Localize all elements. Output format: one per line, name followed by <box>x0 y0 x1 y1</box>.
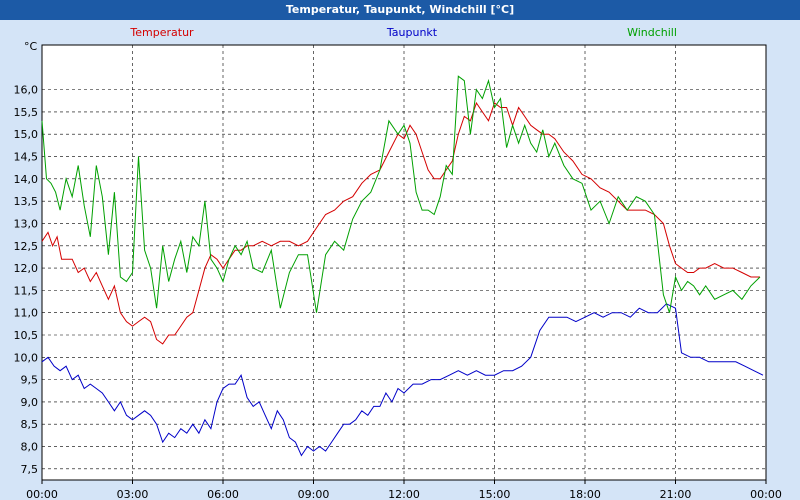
x-tick-time: 00:00 <box>26 488 58 500</box>
x-tick-time: 12:00 <box>388 488 420 500</box>
y-tick-label: 9,0 <box>21 396 39 409</box>
x-tick-time: 18:00 <box>569 488 601 500</box>
y-tick-label: 16,0 <box>14 84 39 97</box>
x-tick-time: 06:00 <box>207 488 239 500</box>
y-tick-label: 8,0 <box>21 441 39 454</box>
x-tick-time: 00:00 <box>750 488 782 500</box>
y-tick-label: 7,5 <box>21 463 39 476</box>
y-tick-label: 10,0 <box>14 351 39 364</box>
y-tick-label: 8,5 <box>21 418 39 431</box>
y-tick-label: 15,5 <box>14 106 39 119</box>
y-tick-label: 9,5 <box>21 374 39 387</box>
y-tick-label: 10,5 <box>14 329 39 342</box>
window-title-bar: Temperatur, Taupunkt, Windchill [°C] <box>0 0 800 20</box>
x-tick-time: 15:00 <box>479 488 511 500</box>
y-tick-label: 12,0 <box>14 262 39 275</box>
x-tick-time: 03:00 <box>117 488 149 500</box>
legend-temperatur: Temperatur <box>129 26 194 39</box>
y-tick-label: 12,5 <box>14 240 39 253</box>
y-axis-unit: °C <box>24 40 38 53</box>
y-tick-label: 14,5 <box>14 151 39 164</box>
y-tick-label: 11,0 <box>14 307 39 320</box>
window-title: Temperatur, Taupunkt, Windchill [°C] <box>285 3 515 16</box>
x-axis-ticks: 00:0019.06.1403:0019.06.1406:0019.06.140… <box>26 480 782 500</box>
y-axis-ticks: 7,5 8,0 8,5 9,0 9,5 10,0 10,5 11,0 11,5 12,0 12,5 1… <box>14 84 39 476</box>
x-tick-time: 21:00 <box>660 488 692 500</box>
y-tick-label: 14,0 <box>14 173 39 186</box>
y-tick-label: 11,5 <box>14 284 39 297</box>
y-tick-label: 13,0 <box>14 217 39 230</box>
y-tick-label: 15,0 <box>14 128 39 141</box>
y-tick-label: 13,5 <box>14 195 39 208</box>
line-chart: 7,5 8,0 8,5 9,0 9,5 10,0 10,5 11,0 11,5 12,0 12,5 1… <box>14 26 782 500</box>
x-tick-time: 09:00 <box>298 488 330 500</box>
legend-windchill: Windchill <box>627 26 677 39</box>
legend-taupunkt: Taupunkt <box>386 26 438 39</box>
